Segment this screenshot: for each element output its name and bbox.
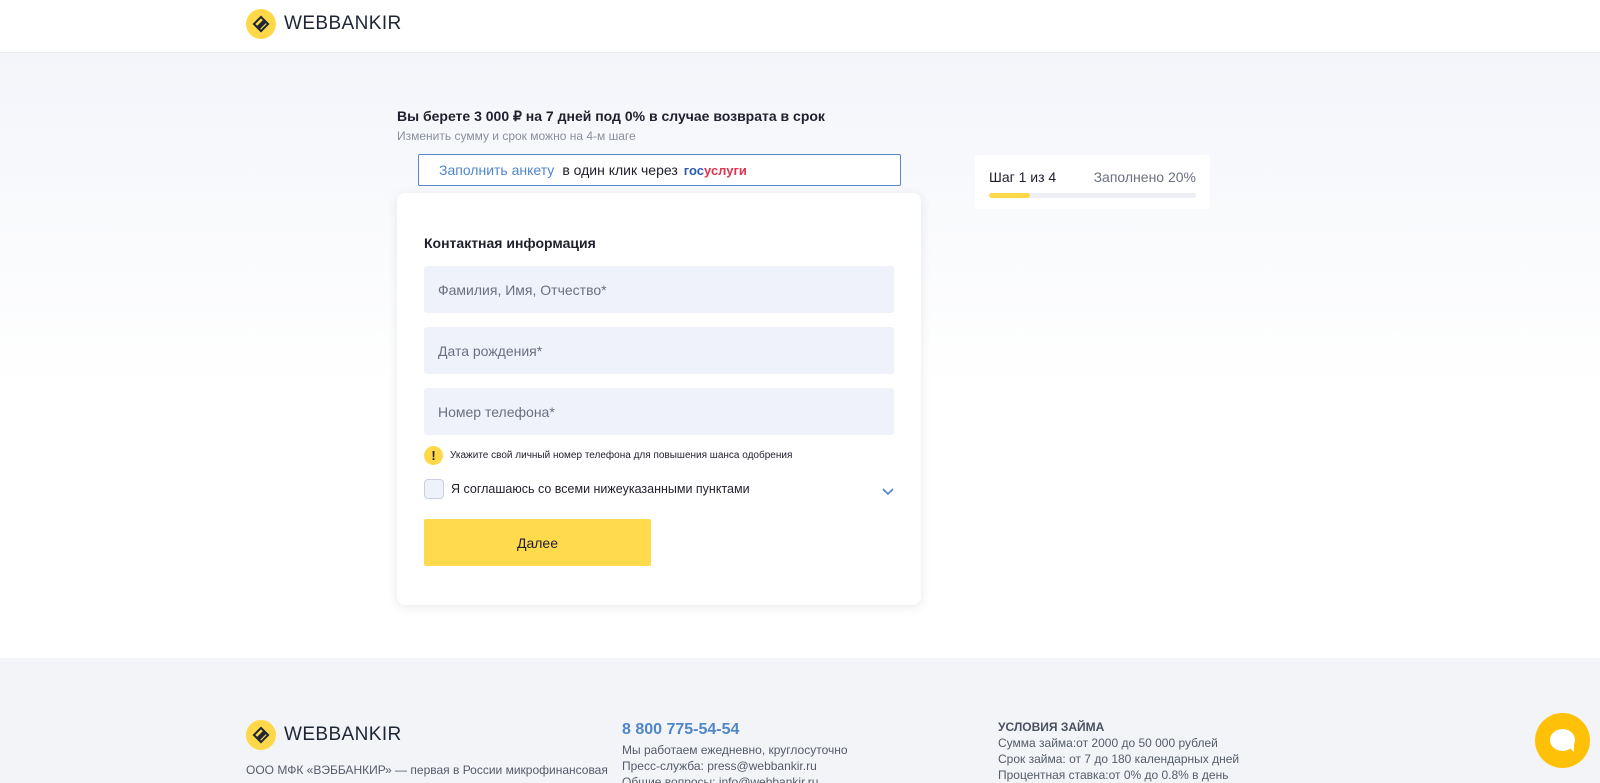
contact-line: Мы работаем ежедневно, круглосуточно	[622, 743, 848, 757]
footer-brand-name: WEBBANKIR	[284, 724, 402, 745]
contact-line[interactable]: Пресс-служба: press@webbankir.ru	[622, 758, 848, 774]
next-button[interactable]: Далее	[424, 519, 651, 566]
phone-hint-text: Укажите свой личный номер телефона для п…	[450, 450, 793, 461]
offer-title: Вы берете 3 000 ₽ на 7 дней под 0% в слу…	[397, 108, 825, 124]
chevron-down-icon[interactable]	[882, 483, 894, 501]
hotline-phone[interactable]: 8 800 775-54-54	[622, 721, 739, 739]
brand-name: WEBBANKIR	[284, 13, 402, 34]
chat-button[interactable]	[1535, 713, 1590, 768]
phone-hint: ! Укажите свой личный номер телефона для…	[424, 446, 792, 465]
step-counter: Шаг 1 из 4	[989, 169, 1057, 185]
progress-track	[989, 193, 1196, 198]
warning-icon: !	[424, 446, 443, 465]
filled-percent: Заполнено 20%	[1093, 169, 1196, 185]
gosuslugi-logo-part2: услуги	[704, 162, 747, 178]
logo-icon	[246, 720, 276, 750]
step-progress-panel: Шаг 1 из 4 Заполнено 20%	[975, 155, 1210, 209]
fill-form-link[interactable]: Заполнить анкету	[439, 162, 554, 178]
chat-icon-tail	[1566, 744, 1574, 752]
agreement-row: Я соглашаюсь со всеми нижеуказанными пун…	[424, 478, 894, 500]
logo-icon	[246, 9, 276, 39]
gosuslugi-logo: госуслуги	[684, 163, 747, 178]
birthdate-input[interactable]	[424, 327, 894, 374]
contact-info: Мы работаем ежедневно, круглосуточно Пре…	[622, 742, 848, 783]
fio-input[interactable]	[424, 266, 894, 313]
main-content: Вы берете 3 000 ₽ на 7 дней под 0% в слу…	[0, 53, 1600, 658]
contact-line[interactable]: Общие вопросы: info@webbankir.ru	[622, 774, 848, 783]
gosuslugi-text: в один клик через	[562, 162, 678, 178]
gosuslugi-bar[interactable]: Заполнить анкету в один клик через госус…	[418, 154, 901, 186]
terms-line: Срок займа: от 7 до 180 календарных дней	[998, 752, 1240, 766]
gosuslugi-logo-part1: гос	[683, 162, 705, 178]
loan-terms-title: УСЛОВИЯ ЗАЙМА	[998, 720, 1105, 734]
offer-subtitle: Изменить сумму и срок можно на 4-м шаге	[397, 129, 636, 143]
terms-line: Процентная ставка:от 0% до 0.8% в день	[998, 768, 1229, 782]
site-footer: WEBBANKIR ООО МФК «ВЭББАНКИР» — первая в…	[0, 658, 1600, 783]
agree-label[interactable]: Я соглашаюсь со всеми нижеуказанными пун…	[451, 482, 750, 496]
loan-terms: Сумма займа:от 2000 до 50 000 рублей Сро…	[998, 735, 1239, 783]
site-header: WEBBANKIR	[0, 0, 1600, 53]
progress-fill	[989, 193, 1031, 198]
agree-checkbox[interactable]	[424, 479, 444, 499]
phone-input[interactable]	[424, 388, 894, 435]
terms-line: Сумма займа:от 2000 до 50 000 рублей	[998, 736, 1218, 750]
header-logo[interactable]: WEBBANKIR	[246, 9, 402, 39]
contact-form-card: Контактная информация ! Укажите свой лич…	[397, 193, 921, 605]
form-title: Контактная информация	[424, 235, 596, 251]
company-about: ООО МФК «ВЭББАНКИР» — первая в России ми…	[246, 763, 608, 777]
footer-logo[interactable]: WEBBANKIR	[246, 720, 402, 750]
